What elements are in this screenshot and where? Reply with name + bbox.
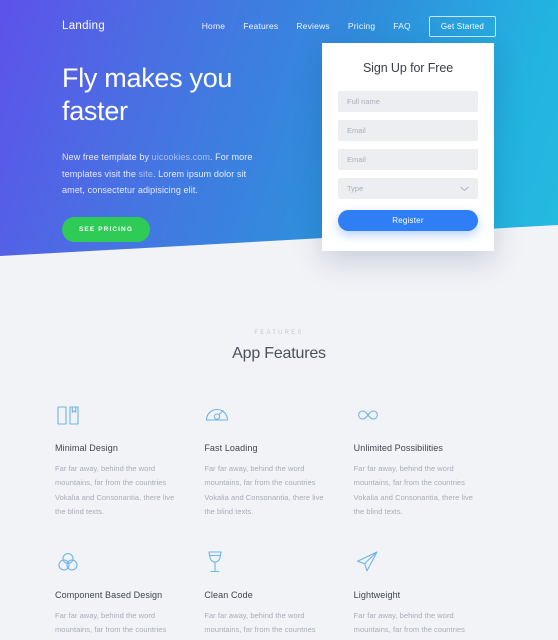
navbar: Landing Home Features Reviews Pricing FA…: [0, 14, 558, 38]
feature-title: Unlimited Possibilities: [353, 443, 443, 453]
brand-logo[interactable]: Landing: [62, 20, 105, 32]
hero-link-site[interactable]: site: [139, 169, 153, 179]
feature-card-unlimited-possibilities: Unlimited Possibilities Far far away, be…: [354, 402, 503, 520]
features-heading-block: FEATURES App Features: [0, 262, 558, 363]
full-name-input[interactable]: [338, 91, 478, 112]
feature-text: Far far away, behind the word mountains,…: [204, 464, 324, 517]
see-pricing-button[interactable]: SEE PRICING: [62, 216, 150, 242]
features-section: FEATURES App Features Minimal Design Far…: [0, 262, 558, 640]
open-book-icon: [55, 402, 176, 432]
feature-text: Far far away, behind the word mountains,…: [204, 610, 323, 640]
wine-glass-icon: [204, 549, 325, 579]
features-title: App Features: [232, 345, 326, 362]
feature-title: Component Based Design: [55, 589, 163, 600]
email-input[interactable]: [338, 120, 478, 141]
feature-text: Far far away, behind the word mountains,…: [353, 610, 473, 640]
feature-card-minimal-design: Minimal Design Far far away, behind the …: [55, 402, 204, 520]
feature-title: Fast Loading: [204, 443, 258, 453]
feature-card-clean-code: Clean Code Far far away, behind the word…: [204, 549, 353, 640]
get-started-button[interactable]: Get Started: [428, 15, 496, 37]
landing-page: Landing Home Features Reviews Pricing FA…: [0, 0, 558, 640]
nav-links: Home Features Reviews Pricing FAQ Get St…: [193, 15, 496, 37]
hero-link-uicookies[interactable]: uicookies.com: [152, 152, 210, 162]
features-eyebrow: FEATURES: [254, 330, 304, 336]
hero-subtitle: New free template by uicookies.com. For …: [62, 149, 267, 199]
paper-plane-icon: [354, 549, 475, 579]
feature-text: Far far away, behind the word mountains,…: [353, 464, 473, 517]
feature-card-lightweight: Lightweight Far far away, behind the wor…: [354, 549, 503, 640]
feature-title: Minimal Design: [55, 443, 118, 453]
nav-item-pricing[interactable]: Pricing: [339, 21, 384, 31]
infinity-icon: [354, 402, 475, 432]
nav-item-features[interactable]: Features: [234, 21, 287, 31]
feature-title: Lightweight: [353, 589, 401, 600]
feature-card-component-based-design: Component Based Design Far far away, beh…: [55, 549, 204, 640]
type-select-wrapper: [338, 178, 478, 199]
feature-text: Far far away, behind the word mountains,…: [55, 610, 174, 640]
register-button[interactable]: Register: [338, 210, 478, 231]
hero-title: Fly makes you faster: [62, 63, 233, 127]
type-select[interactable]: [338, 178, 478, 199]
signup-title: Sign Up for Free: [362, 61, 454, 75]
hero-text-1: New free template by: [62, 151, 152, 162]
email-confirm-input[interactable]: [338, 149, 478, 170]
features-grid: Minimal Design Far far away, behind the …: [0, 402, 558, 640]
hero-copy: Fly makes you faster New free template b…: [62, 62, 302, 242]
speedometer-icon: [204, 402, 325, 432]
signup-card: Sign Up for Free Register: [322, 43, 494, 251]
feature-text: Far far away, behind the word mountains,…: [55, 464, 175, 517]
nav-item-faq[interactable]: FAQ: [384, 21, 420, 31]
venn-circles-icon: [55, 549, 176, 579]
nav-item-reviews[interactable]: Reviews: [287, 21, 339, 31]
nav-item-home[interactable]: Home: [193, 21, 234, 31]
feature-title: Clean Code: [204, 589, 253, 600]
feature-card-fast-loading: Fast Loading Far far away, behind the wo…: [204, 402, 353, 520]
